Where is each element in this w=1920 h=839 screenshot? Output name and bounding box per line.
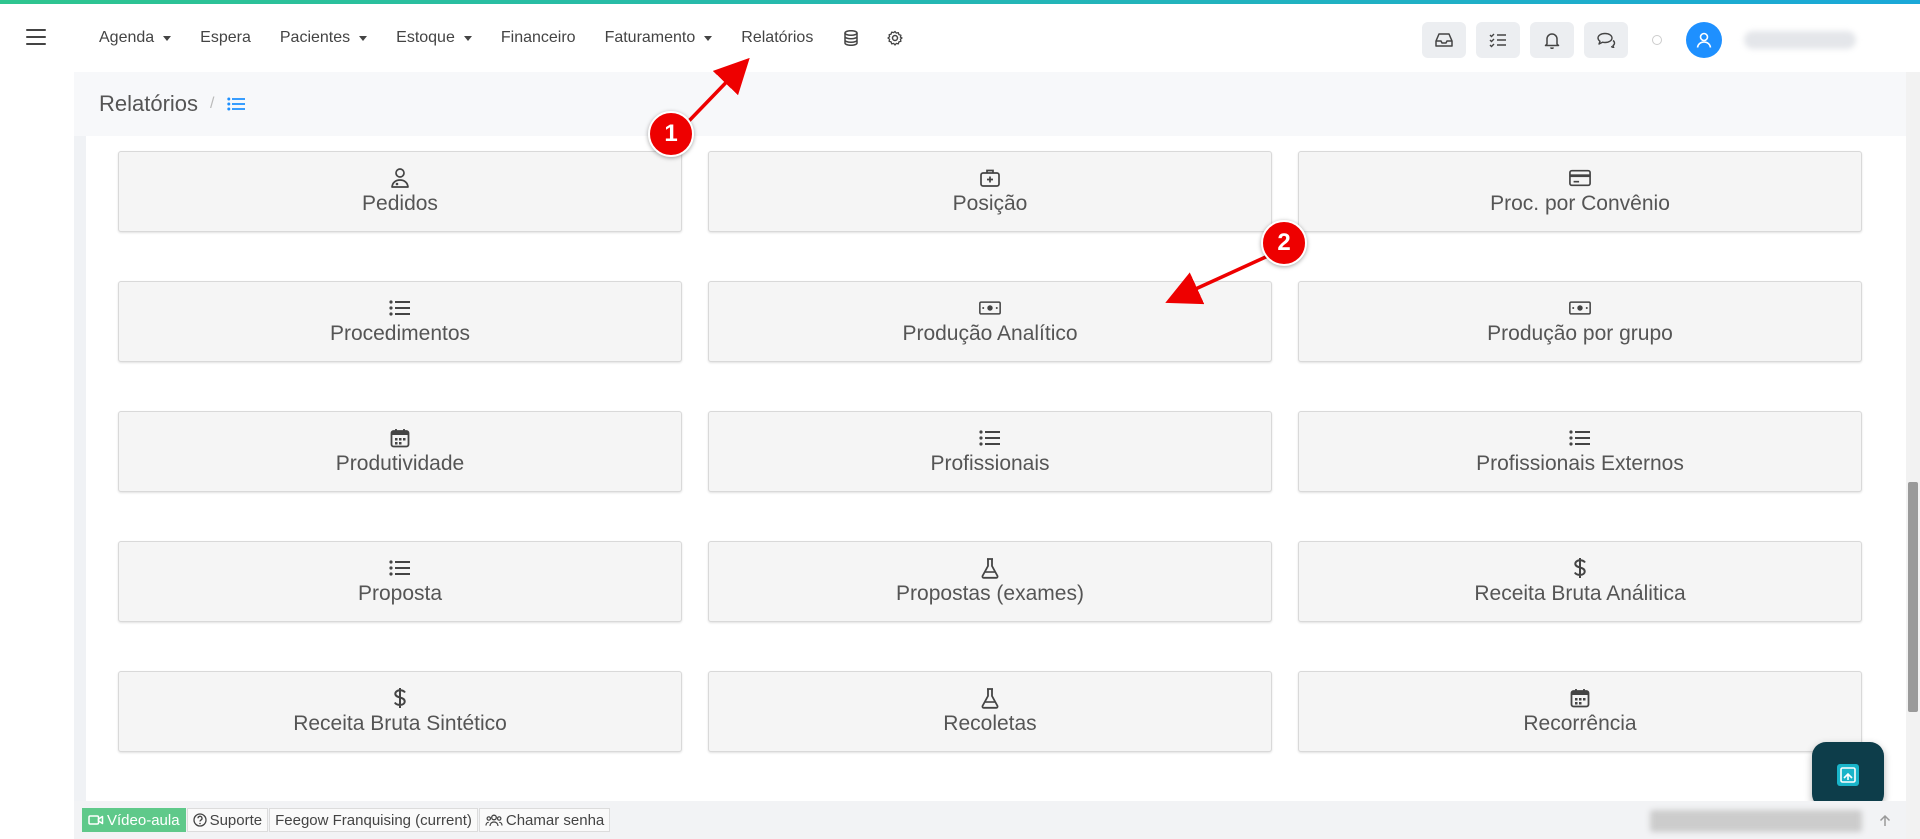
floating-action-button[interactable] <box>1812 742 1884 808</box>
report-label: Recoletas <box>943 712 1037 735</box>
checklist-icon <box>1489 33 1506 48</box>
annotation-badge-2: 2 <box>1261 220 1307 266</box>
report-label: Proposta <box>357 582 443 605</box>
nav-item-financeiro[interactable]: Financeiro <box>501 29 576 47</box>
doctor-icon <box>389 167 411 189</box>
page-title: Relatórios <box>99 91 199 116</box>
tasks-button[interactable] <box>1476 22 1520 58</box>
report-label: Profissionais <box>930 452 1050 475</box>
report-label: Proc. por Convênio <box>1490 192 1670 215</box>
chat-button[interactable] <box>1584 22 1628 58</box>
bell-icon <box>1544 33 1560 49</box>
dollar-icon <box>1569 557 1591 579</box>
report-label: Receita Bruta Análitica <box>1474 582 1686 605</box>
report-procedimentos-button[interactable]: Procedimentos <box>118 281 682 362</box>
caret-down-icon <box>463 35 472 41</box>
main-nav: Agenda Espera Pacientes Estoque Financei… <box>99 4 930 72</box>
user-name-blurred[interactable] <box>1744 31 1856 49</box>
call-password-button[interactable]: Chamar senha <box>478 808 611 832</box>
status-indicator <box>1652 35 1662 45</box>
question-icon <box>192 813 207 827</box>
report-profissionais-externos-button[interactable]: Profissionais Externos <box>1298 411 1862 492</box>
list-icon[interactable] <box>226 97 245 111</box>
avatar[interactable] <box>1686 22 1722 58</box>
report-label: Produtividade <box>335 452 465 475</box>
report-recoletas-button[interactable]: Recoletas <box>708 671 1272 752</box>
report-recorrencia-button[interactable]: Recorrência <box>1298 671 1862 752</box>
calendar-icon <box>1569 687 1591 709</box>
nav-item-relatorios[interactable]: Relatórios <box>741 29 813 47</box>
dollar-icon <box>389 687 411 709</box>
calendar-icon <box>389 427 411 449</box>
breadcrumb-separator: / <box>210 95 215 112</box>
flask-icon <box>979 687 1001 709</box>
inbox-icon <box>1435 33 1453 47</box>
list-icon <box>1569 427 1591 449</box>
report-label: Produção por grupo <box>1487 322 1673 345</box>
page-scrollbar[interactable] <box>1906 72 1920 839</box>
screen-share-icon <box>1837 764 1859 786</box>
footer-status-blurred <box>1650 810 1862 832</box>
report-label: Procedimentos <box>329 322 471 345</box>
annotation-badge-1: 1 <box>648 111 694 157</box>
user-icon <box>1696 32 1712 48</box>
chat-icon <box>1597 32 1616 48</box>
report-produtividade-button[interactable]: Produtividade <box>118 411 682 492</box>
caret-down-icon <box>704 35 713 41</box>
caret-down-icon <box>163 35 172 41</box>
list-icon <box>389 557 411 579</box>
gear-icon[interactable] <box>886 29 904 47</box>
notifications-button[interactable] <box>1530 22 1574 58</box>
users-icon <box>485 814 503 826</box>
report-profissionais-button[interactable]: Profissionais <box>708 411 1272 492</box>
breadcrumb: Relatórios / <box>74 72 1906 136</box>
scrollbar-thumb[interactable] <box>1908 482 1918 712</box>
report-label: Pedidos <box>362 192 438 215</box>
nav-item-agenda[interactable]: Agenda <box>99 29 172 47</box>
money-icon <box>979 297 1001 319</box>
report-label: Receita Bruta Sintético <box>293 712 507 735</box>
footer-bar: Vídeo-aula Suporte Feegow Franquising (c… <box>74 801 1906 839</box>
reports-grid: Pedidos Posição Proc. por Convênio Proce… <box>86 136 1906 796</box>
hamburger-menu-icon[interactable] <box>26 29 46 45</box>
nav-item-pacientes[interactable]: Pacientes <box>280 29 368 47</box>
report-producao-analitico-button[interactable]: Produção Analítico <box>708 281 1272 362</box>
nav-item-estoque[interactable]: Estoque <box>396 29 472 47</box>
report-label: Produção Analítico <box>902 322 1078 345</box>
report-producao-grupo-button[interactable]: Produção por grupo <box>1298 281 1862 362</box>
report-label: Recorrência <box>1523 712 1637 735</box>
nav-item-espera[interactable]: Espera <box>200 29 251 47</box>
report-proposta-button[interactable]: Proposta <box>118 541 682 622</box>
arrow-up-icon[interactable] <box>1874 810 1896 832</box>
top-navbar: Agenda Espera Pacientes Estoque Financei… <box>0 4 1920 72</box>
report-pedidos-button[interactable]: Pedidos <box>118 151 682 232</box>
report-label: Posição <box>952 192 1028 215</box>
support-button[interactable]: Suporte <box>186 808 269 832</box>
unit-selector[interactable]: Feegow Franquising (current) <box>269 808 478 832</box>
medkit-icon <box>979 167 1001 189</box>
header-tools <box>1422 22 1856 58</box>
report-receita-analitica-button[interactable]: Receita Bruta Análitica <box>1298 541 1862 622</box>
flask-icon <box>979 557 1001 579</box>
report-propostas-exames-button[interactable]: Propostas (exames) <box>708 541 1272 622</box>
report-posicao-button[interactable]: Posição <box>708 151 1272 232</box>
list-icon <box>979 427 1001 449</box>
video-icon <box>88 815 104 825</box>
report-label: Profissionais Externos <box>1476 452 1684 475</box>
sidebar-rail <box>74 72 86 839</box>
report-receita-sintetico-button[interactable]: Receita Bruta Sintético <box>118 671 682 752</box>
nav-item-faturamento[interactable]: Faturamento <box>605 29 713 47</box>
list-icon <box>389 297 411 319</box>
inbox-button[interactable] <box>1422 22 1466 58</box>
caret-down-icon <box>359 35 368 41</box>
report-proc-convenio-button[interactable]: Proc. por Convênio <box>1298 151 1862 232</box>
money-icon <box>1569 297 1591 319</box>
credit-card-icon <box>1569 167 1591 189</box>
report-label: Propostas (exames) <box>896 582 1084 605</box>
video-aula-button[interactable]: Vídeo-aula <box>82 808 186 832</box>
database-icon[interactable] <box>842 29 860 47</box>
